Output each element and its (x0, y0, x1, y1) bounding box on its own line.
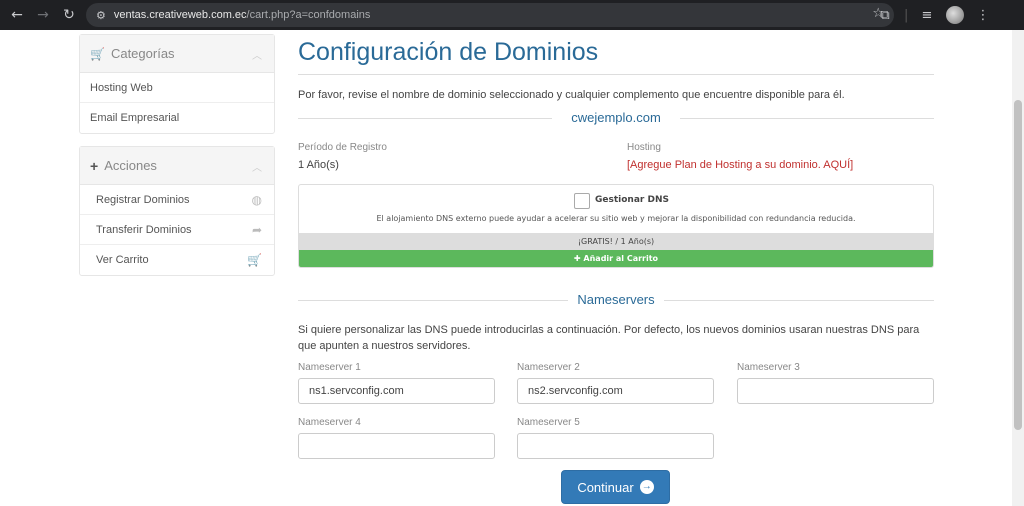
url-text: ventas.creativeweb.com.ec/cart.php?a=con… (113, 9, 371, 21)
nameservers-description: Si quiere personalizar las DNS puede int… (298, 324, 920, 352)
sidebar-item-ver-carrito[interactable]: Ver Carrito 🛒 (80, 245, 274, 275)
add-hosting-link[interactable]: [Agregue Plan de Hosting a su dominio. A… (627, 159, 853, 171)
hosting-label: Hosting (627, 142, 661, 153)
page-scrollbar[interactable] (1012, 30, 1024, 506)
add-to-cart-label: Añadir al Carrito (583, 254, 659, 263)
actions-panel: + Acciones ︿ Registrar Dominios ◍ Transf… (79, 146, 275, 276)
addon-name: Gestionar DNS (595, 195, 669, 205)
sidebar-item-email-empresarial[interactable]: Email Empresarial (80, 103, 274, 133)
intro-text: Por favor, revise el nombre de dominio s… (298, 89, 845, 101)
address-bar[interactable]: ⚙ ventas.creativeweb.com.ec/cart.php?a=c… (86, 3, 894, 27)
share-arrow-icon: ➦ (251, 222, 262, 237)
continue-button[interactable]: Continuar → (561, 470, 670, 504)
sidebar-item-label: Hosting Web (90, 81, 153, 94)
browser-toolbar: ← → ↻ ⚙ ventas.creativeweb.com.ec/cart.p… (0, 0, 1024, 30)
nameserver-3-input[interactable] (737, 378, 934, 404)
nameservers-heading: Nameservers (298, 292, 934, 308)
chevron-up-icon[interactable]: ︿ (252, 47, 262, 62)
sidebar-item-hosting-web[interactable]: Hosting Web (80, 73, 274, 103)
reload-icon[interactable]: ↻ (56, 2, 82, 28)
sidebar-item-label: Registrar Dominios (96, 193, 190, 206)
addon-price: ¡GRATIS! / 1 Año(s) (299, 233, 933, 250)
plus-icon: ✚ (573, 254, 584, 263)
profile-avatar[interactable] (946, 6, 964, 24)
continue-label: Continuar (577, 479, 634, 495)
addon-dns-card: Gestionar DNS El alojamiento DNS externo… (298, 184, 934, 268)
actions-title: Acciones (104, 158, 157, 173)
addon-description: El alojamiento DNS externo puede ayudar … (376, 214, 856, 223)
extensions-icon[interactable]: ⧉ (874, 8, 896, 23)
separator-icon: | (904, 7, 909, 23)
nameserver-1-label: Nameserver 1 (298, 362, 361, 373)
sidebar-item-label: Ver Carrito (96, 254, 149, 266)
sidebar-item-registrar-dominios[interactable]: Registrar Dominios ◍ (80, 185, 274, 215)
sidebar-item-label: Email Empresarial (90, 112, 180, 124)
nameserver-5-input[interactable] (517, 433, 714, 459)
sidebar-item-transferir-dominios[interactable]: Transferir Dominios ➦ (80, 215, 274, 245)
nameserver-4-label: Nameserver 4 (298, 417, 361, 428)
sidebar-item-label: Transferir Dominios (96, 223, 192, 236)
arrow-right-circle-icon: → (639, 480, 654, 494)
period-value: 1 Año(s) (298, 159, 339, 171)
categories-panel: 🛒 Categorías ︿ Hosting Web Email Empresa… (79, 34, 275, 134)
actions-header[interactable]: + Acciones ︿ (80, 147, 274, 185)
period-label: Período de Registro (298, 142, 387, 153)
forward-arrow-icon[interactable]: → (30, 2, 56, 28)
nameserver-4-input[interactable] (298, 433, 495, 459)
plus-icon: + (90, 157, 99, 174)
back-arrow-icon[interactable]: ← (4, 2, 30, 28)
cart-icon: 🛒 (90, 46, 105, 61)
nameserver-5-label: Nameserver 5 (517, 417, 580, 428)
add-to-cart-button[interactable]: ✚ Añadir al Carrito (299, 250, 933, 267)
chevron-up-icon[interactable]: ︿ (252, 159, 262, 174)
menu-dots-icon[interactable]: ⋮ (972, 8, 994, 23)
title-divider (298, 74, 934, 75)
categories-header[interactable]: 🛒 Categorías ︿ (80, 35, 274, 73)
nameserver-1-input[interactable]: ns1.servconfig.com (298, 378, 495, 404)
nameserver-3-label: Nameserver 3 (737, 362, 800, 373)
nameserver-2-label: Nameserver 2 (517, 362, 580, 373)
cart-icon: 🛒 (247, 253, 262, 267)
scrollbar-thumb[interactable] (1014, 100, 1022, 430)
nameserver-2-input[interactable]: ns2.servconfig.com (517, 378, 714, 404)
page-title: Configuración de Dominios (298, 38, 599, 66)
globe-icon: ◍ (251, 192, 262, 207)
domain-heading: cwejemplo.com (298, 110, 934, 126)
site-info-icon[interactable]: ⚙ (96, 9, 106, 22)
addon-dns-checkbox[interactable] (574, 193, 590, 209)
reading-list-icon[interactable]: ≡ (916, 8, 938, 23)
categories-title: Categorías (110, 46, 175, 61)
